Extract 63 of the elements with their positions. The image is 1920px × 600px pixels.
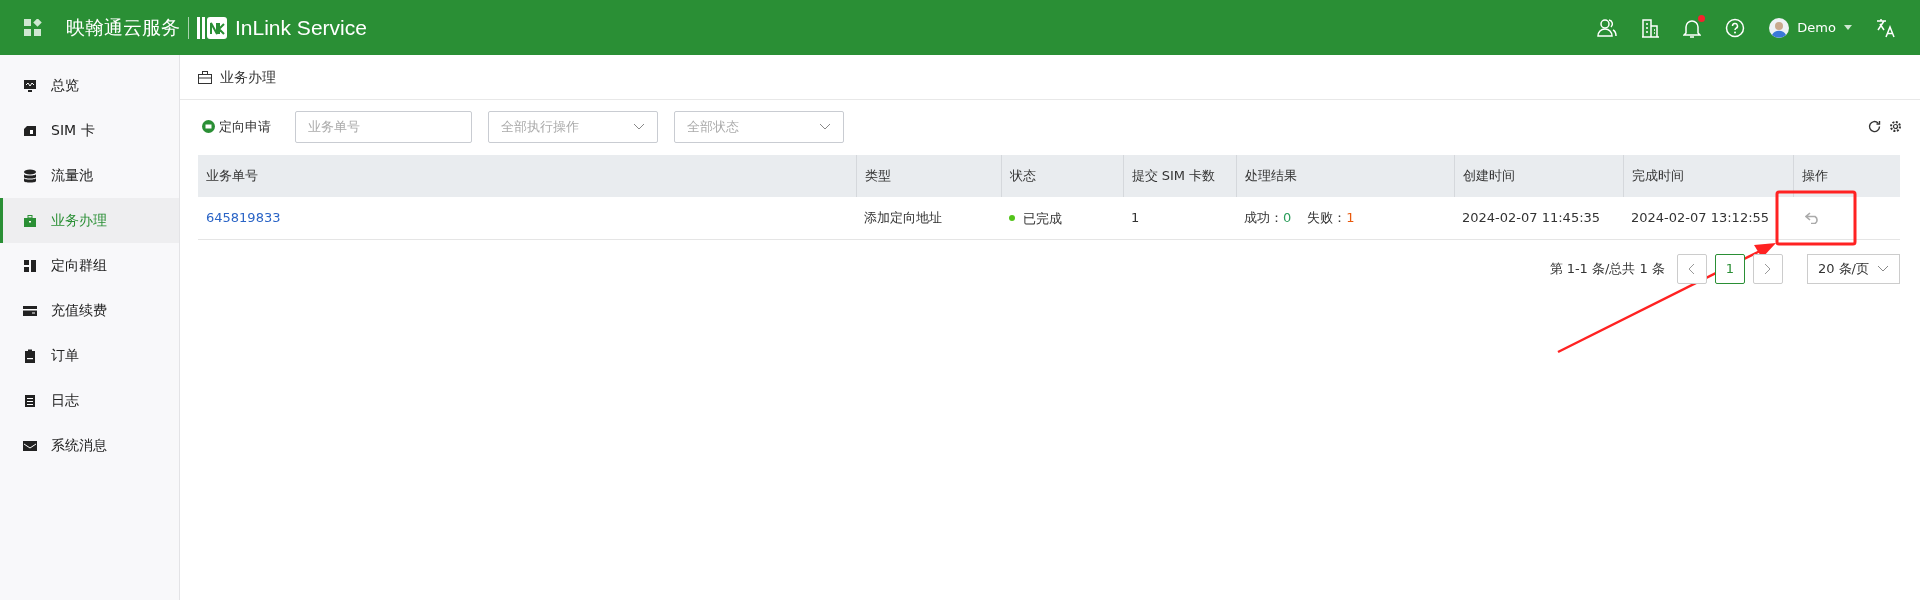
- clipboard-icon: [23, 348, 37, 363]
- sidebar-item[interactable]: 充值续费: [0, 288, 179, 333]
- table-cell: 1: [1131, 210, 1140, 225]
- order-number-link[interactable]: 645819833: [206, 210, 281, 225]
- logo-icon: [197, 16, 227, 39]
- user-menu[interactable]: Demo: [1769, 17, 1852, 38]
- column-header: 操作: [1793, 155, 1900, 197]
- grid-icon: [23, 258, 37, 273]
- sidebar-item[interactable]: 业务办理: [0, 198, 179, 243]
- chevron-right-icon: [1764, 262, 1772, 275]
- column-header: 创建时间: [1454, 155, 1623, 197]
- briefcase-icon: [198, 70, 212, 84]
- search-field[interactable]: 业务单号: [295, 110, 472, 143]
- sidebar-item[interactable]: 流量池: [0, 153, 179, 198]
- sidebar-item[interactable]: 日志: [0, 378, 179, 423]
- sim-card-icon: [23, 123, 37, 138]
- brand-name: InLink Service: [235, 14, 367, 41]
- avatar-icon: [1769, 17, 1790, 38]
- caret-icon: [1844, 25, 1852, 30]
- failure-count: 失败：1: [1307, 209, 1355, 227]
- monitor-icon: [23, 78, 37, 93]
- notification-bell-icon[interactable]: [1683, 17, 1702, 38]
- chevron-down-icon: [633, 123, 645, 130]
- brand-title: 映翰通云服务: [66, 15, 180, 41]
- sidebar-item[interactable]: 总览: [0, 63, 179, 108]
- chat-icon: [202, 120, 215, 133]
- status-text: 已完成: [1023, 209, 1062, 228]
- envelope-icon: [23, 438, 37, 453]
- chevron-down-icon: [819, 123, 831, 130]
- column-header: 提交 SIM 卡数: [1123, 155, 1236, 197]
- translate-icon[interactable]: [1876, 17, 1896, 38]
- table-cell: 2024-02-07 13:12:55: [1631, 210, 1770, 225]
- undo-icon[interactable]: [1805, 211, 1821, 224]
- table-cell: 添加定向地址: [864, 210, 942, 225]
- table-cell: 2024-02-07 11:45:35: [1462, 210, 1601, 225]
- column-header: 类型: [856, 155, 1001, 197]
- pagination-summary: 第 1-1 条/总共 1 条: [1549, 259, 1665, 278]
- success-count: 成功：0: [1244, 209, 1292, 227]
- column-header: 状态: [1001, 155, 1123, 197]
- page-size-dropdown[interactable]: 20 条/页: [1806, 253, 1900, 284]
- next-page-button[interactable]: [1752, 253, 1783, 284]
- database-icon: [23, 168, 37, 183]
- column-header: 完成时间: [1623, 155, 1793, 197]
- sidebar-item[interactable]: 订单: [0, 333, 179, 378]
- chevron-left-icon: [1688, 262, 1696, 275]
- apps-icon[interactable]: [24, 18, 42, 37]
- chevron-down-icon: [1877, 265, 1889, 272]
- document-icon: [23, 393, 37, 408]
- users-icon[interactable]: [1597, 17, 1618, 38]
- sidebar-item[interactable]: 定向群组: [0, 243, 179, 288]
- sidebar-item[interactable]: SIM 卡: [0, 108, 179, 153]
- building-icon[interactable]: [1641, 17, 1660, 38]
- apply-button[interactable]: 定向申请: [202, 116, 271, 137]
- help-icon[interactable]: [1725, 17, 1746, 38]
- page-title: 业务办理: [220, 67, 276, 87]
- column-header: 处理结果: [1236, 155, 1454, 197]
- refresh-icon[interactable]: [1868, 120, 1881, 133]
- credit-card-icon: [23, 303, 37, 318]
- briefcase-icon: [23, 213, 37, 228]
- settings-icon[interactable]: [1889, 120, 1902, 133]
- column-header: 业务单号: [198, 155, 856, 197]
- page-button[interactable]: 1: [1714, 253, 1745, 284]
- sidebar-item[interactable]: 系统消息: [0, 423, 179, 468]
